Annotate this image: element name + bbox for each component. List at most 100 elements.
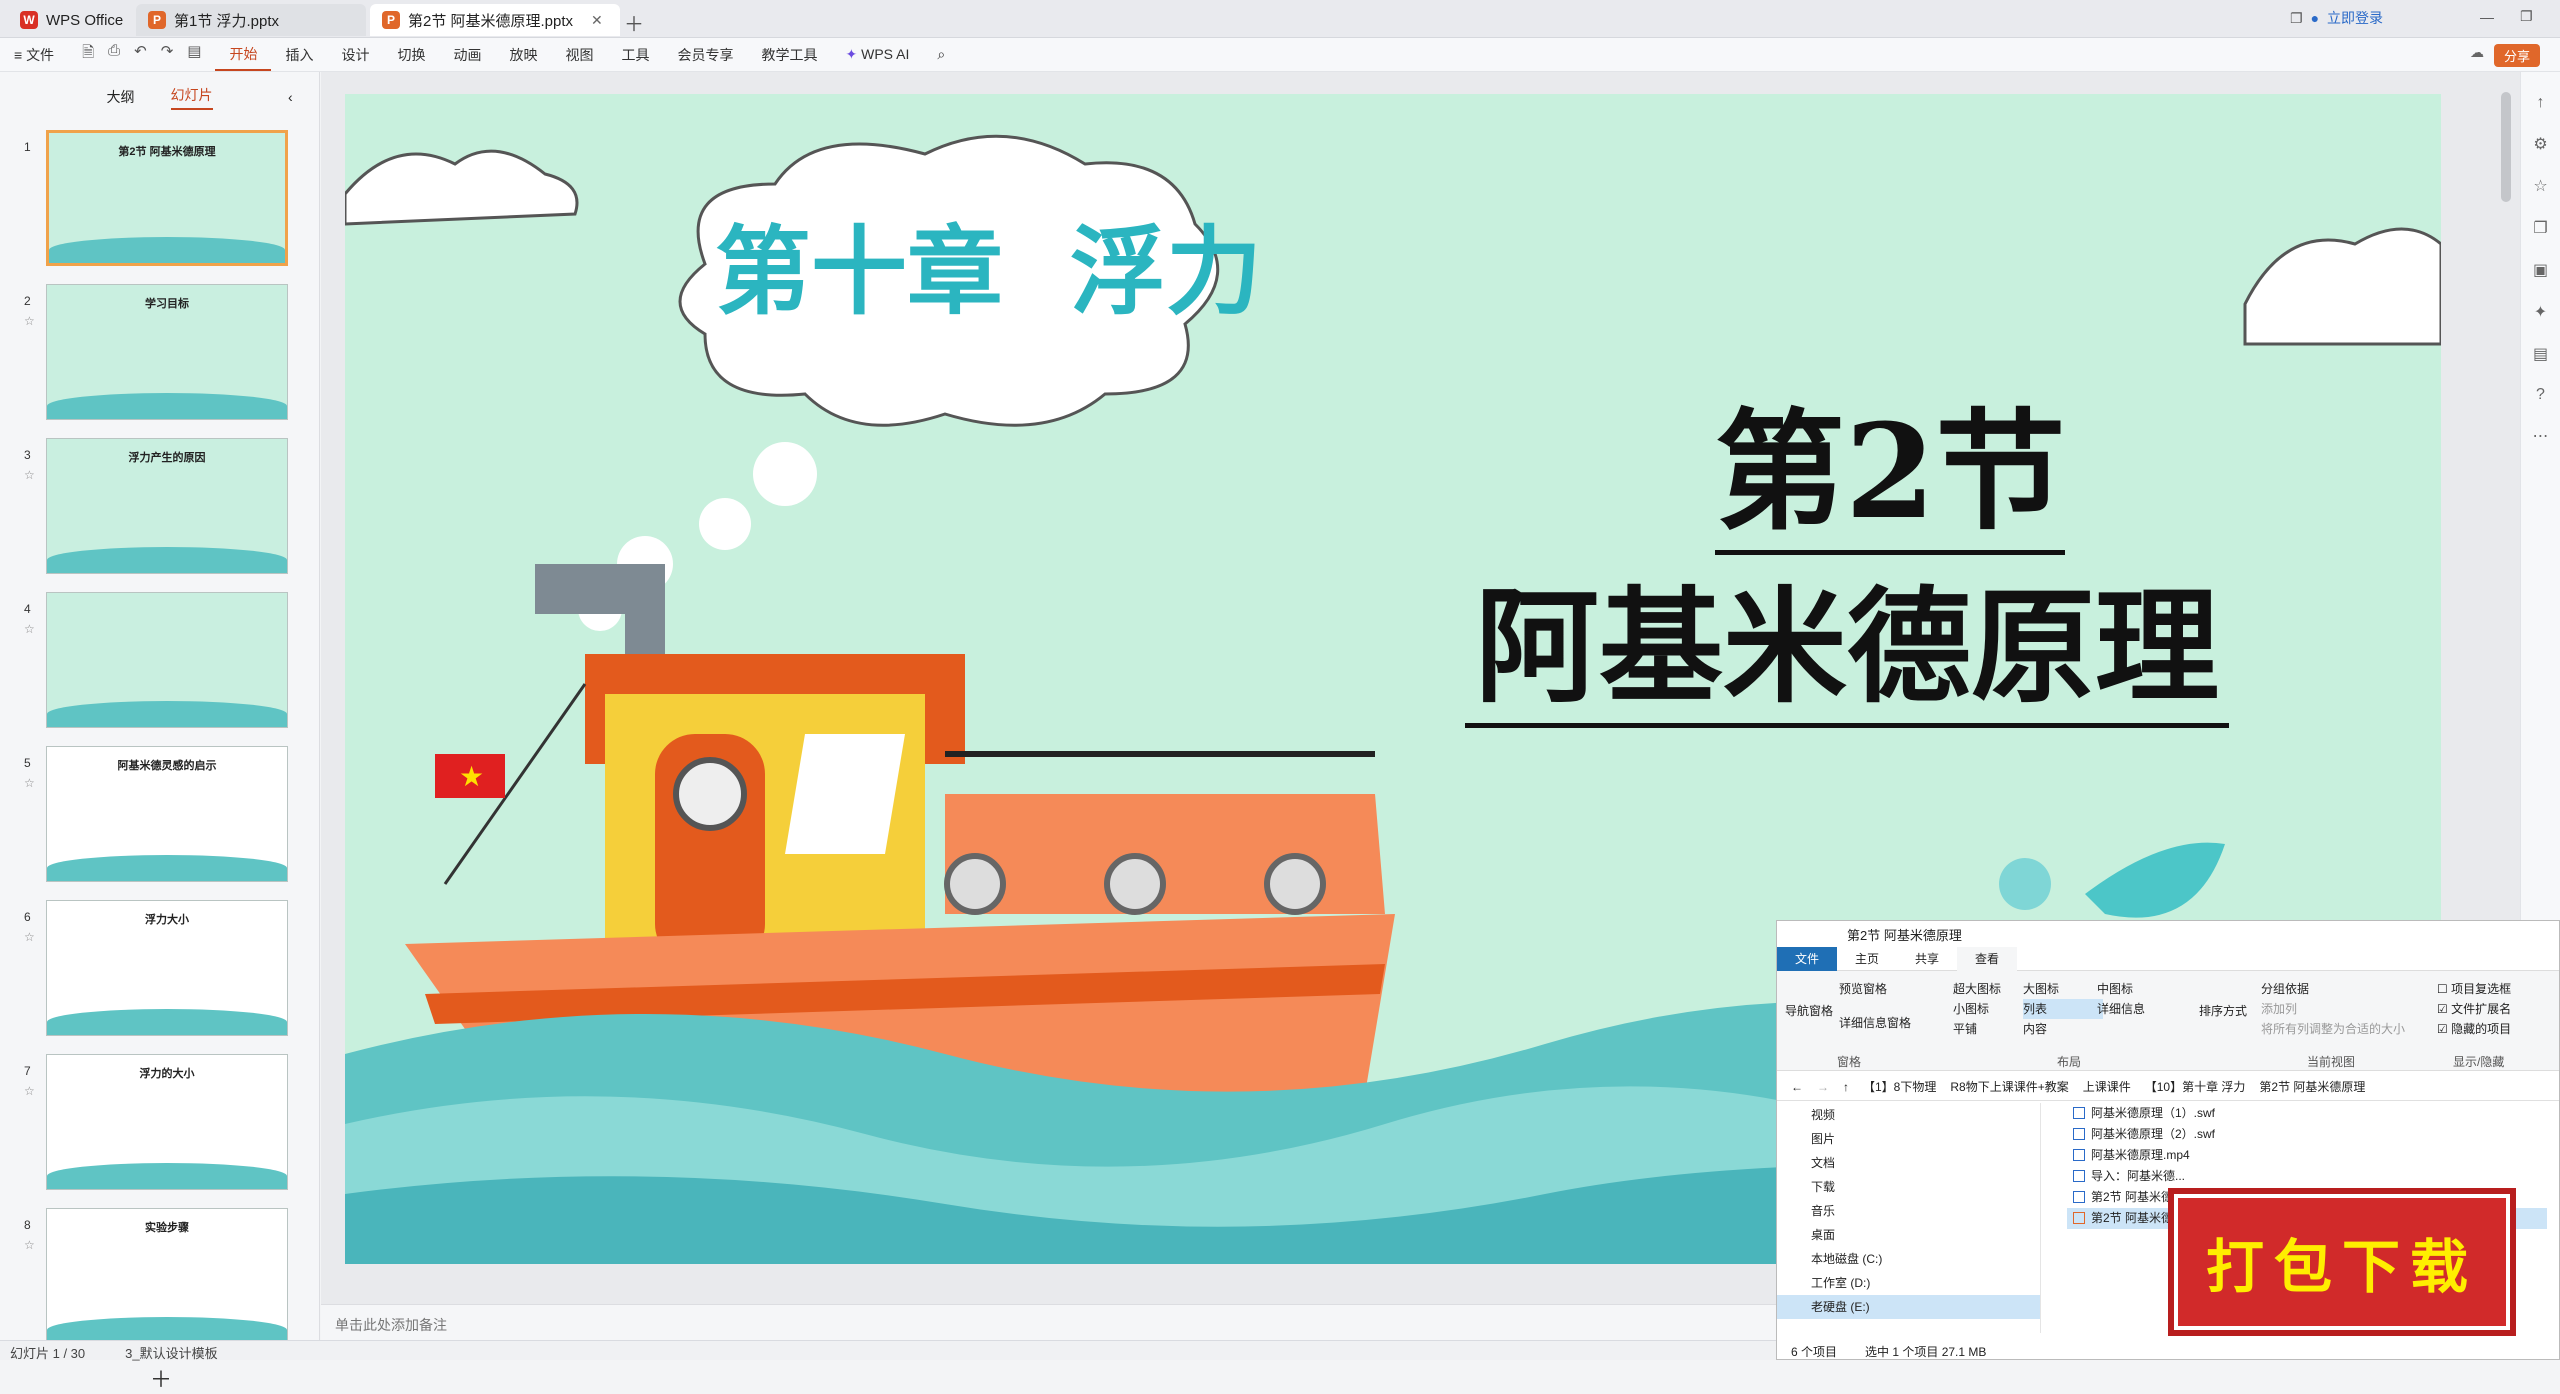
slide-thumbnail[interactable]: 浮力大小: [46, 900, 288, 1036]
list-option[interactable]: 列表: [2023, 999, 2103, 1019]
nav-item[interactable]: 本地磁盘 (C:): [1777, 1247, 2040, 1271]
save-icon[interactable]: 🗎: [82, 42, 94, 67]
explorer-tab-view[interactable]: 查看: [1957, 946, 2018, 971]
add-slide-button[interactable]: ＋: [150, 1362, 172, 1394]
details-pane-button[interactable]: 详细信息窗格: [1839, 1013, 1911, 1033]
menu-file[interactable]: ≡ 文件: [0, 45, 68, 65]
menu-member[interactable]: 会员专享: [663, 45, 747, 65]
slide-thumbnail[interactable]: 实验步骤: [46, 1208, 288, 1344]
template-name[interactable]: 3_默认设计模板: [125, 1343, 217, 1361]
star-icon[interactable]: ☆: [24, 776, 35, 790]
forward-icon[interactable]: →: [1817, 1080, 1829, 1094]
maximize-icon[interactable]: ❐: [2520, 8, 2533, 25]
star-icon[interactable]: ☆: [24, 1238, 35, 1252]
star-icon[interactable]: ☆: [24, 314, 35, 328]
help-icon[interactable]: ?: [2521, 386, 2560, 404]
nav-item[interactable]: 图片: [1777, 1127, 2040, 1151]
account-area[interactable]: ❐ ● 立即登录: [2290, 8, 2383, 28]
download-banner[interactable]: 打包下载: [2168, 1188, 2516, 1336]
slide-thumbnail[interactable]: 浮力的大小: [46, 1054, 288, 1190]
image-icon[interactable]: ▣: [2521, 260, 2560, 280]
tab-slides[interactable]: 幻灯片: [170, 85, 213, 110]
print-icon[interactable]: ⎙: [108, 42, 120, 67]
tab-doc-1[interactable]: P 第1节 浮力.pptx: [136, 4, 366, 36]
file-item[interactable]: 导入：阿基米德...: [2067, 1166, 2547, 1187]
preview-pane-button[interactable]: 预览窗格: [1839, 979, 1911, 999]
address-bar[interactable]: ← → ↑ 【1】8下物理 R8物下上课课件+教案 上课课件 【10】第十章 浮…: [1777, 1073, 2559, 1101]
close-tab-icon[interactable]: ✕: [591, 12, 603, 29]
redo-icon[interactable]: ↷: [161, 42, 174, 67]
file-item[interactable]: 阿基米德原理.mp4: [2067, 1145, 2547, 1166]
menu-teaching[interactable]: 教学工具: [747, 45, 831, 65]
menu-insert[interactable]: 插入: [271, 45, 327, 65]
copy-icon[interactable]: ❐: [2521, 218, 2560, 238]
vertical-scrollbar[interactable]: [2501, 92, 2511, 202]
new-tab-button[interactable]: ＋: [624, 8, 644, 37]
nav-item[interactable]: 下载: [1777, 1175, 2040, 1199]
nav-item[interactable]: 音乐: [1777, 1199, 2040, 1223]
nav-item[interactable]: 老硬盘 (E:): [1777, 1295, 2040, 1319]
more-icon[interactable]: ⋯: [2521, 426, 2560, 446]
tab-outline[interactable]: 大纲: [107, 87, 135, 107]
collapse-panel-icon[interactable]: ‹: [288, 89, 293, 105]
explorer-tab-home[interactable]: 主页: [1837, 947, 1897, 971]
search-icon[interactable]: ⌕: [923, 46, 959, 63]
slide-thumbnail[interactable]: 浮力产生的原因: [46, 438, 288, 574]
large-icons-option[interactable]: 大图标: [2023, 979, 2103, 999]
up-icon[interactable]: ↑: [1843, 1080, 1849, 1094]
file-item[interactable]: 阿基米德原理（1）.swf: [2067, 1103, 2547, 1124]
content-option[interactable]: 内容: [2023, 1019, 2103, 1039]
cloud-icon[interactable]: ☁: [2470, 44, 2484, 67]
back-icon[interactable]: ←: [1791, 1080, 1803, 1094]
path-segment[interactable]: 上课课件: [2083, 1078, 2131, 1095]
format-painter-icon[interactable]: ▤: [187, 42, 201, 67]
slide-thumbnail[interactable]: 学习目标: [46, 284, 288, 420]
explorer-tab-file[interactable]: 文件: [1777, 946, 1838, 971]
menu-animation[interactable]: 动画: [439, 45, 495, 65]
tab-wps-office[interactable]: W WPS Office: [8, 4, 138, 36]
menu-transition[interactable]: 切换: [383, 45, 439, 65]
menu-view[interactable]: 视图: [551, 45, 607, 65]
medium-icons-option[interactable]: 中图标: [2097, 979, 2177, 999]
menu-tools[interactable]: 工具: [607, 45, 663, 65]
hidden-items-option[interactable]: ☑ 隐藏的项目: [2437, 1019, 2559, 1039]
file-item[interactable]: 阿基米德原理（2）.swf: [2067, 1124, 2547, 1145]
nav-item[interactable]: 文档: [1777, 1151, 2040, 1175]
group-by-button[interactable]: 分组依据: [2261, 979, 2421, 999]
path-segment[interactable]: R8物下上课课件+教案: [1950, 1078, 2068, 1095]
nav-item[interactable]: 视频: [1777, 1103, 2040, 1127]
menu-design[interactable]: 设计: [327, 45, 383, 65]
menu-slideshow[interactable]: 放映: [495, 45, 551, 65]
size-columns-button[interactable]: 将所有列调整为合适的大小: [2261, 1019, 2421, 1039]
item-checkboxes-option[interactable]: ☐ 项目复选框: [2437, 979, 2559, 999]
minimize-icon[interactable]: —: [2480, 9, 2494, 25]
undo-icon[interactable]: ↶: [134, 42, 147, 67]
details-option[interactable]: 详细信息: [2097, 999, 2177, 1019]
settings-icon[interactable]: ⚙: [2521, 134, 2560, 154]
star-icon[interactable]: ☆: [24, 468, 35, 482]
nav-item[interactable]: 工作室 (D:): [1777, 1271, 2040, 1295]
star-icon[interactable]: ☆: [24, 1084, 35, 1098]
navigation-pane-button[interactable]: 导航窗格: [1785, 1001, 1833, 1021]
path-segment[interactable]: 【1】8下物理: [1863, 1078, 1936, 1095]
menu-home[interactable]: 开始: [215, 39, 272, 71]
star-icon[interactable]: ☆: [24, 930, 35, 944]
star-icon[interactable]: ☆: [24, 622, 35, 636]
layout-icon[interactable]: ❐: [2290, 10, 2303, 27]
explorer-tab-share[interactable]: 共享: [1897, 947, 1957, 971]
login-link[interactable]: 立即登录: [2327, 8, 2383, 28]
nav-item[interactable]: 桌面: [1777, 1223, 2040, 1247]
arrow-up-icon[interactable]: ↑: [2521, 94, 2560, 112]
star-icon[interactable]: ☆: [2521, 176, 2560, 196]
slide-thumbnail[interactable]: [46, 592, 288, 728]
share-button[interactable]: 分享: [2494, 44, 2541, 67]
sort-by-button[interactable]: 排序方式: [2199, 1001, 2247, 1021]
slide-thumbnail[interactable]: 阿基米德灵感的启示: [46, 746, 288, 882]
doc-icon[interactable]: ▤: [2521, 344, 2560, 364]
path-segment[interactable]: 【10】第十章 浮力: [2145, 1078, 2246, 1095]
add-column-button[interactable]: 添加列: [2261, 999, 2421, 1019]
file-extensions-option[interactable]: ☑ 文件扩展名: [2437, 999, 2559, 1019]
magic-icon[interactable]: ✦: [2521, 302, 2560, 322]
menu-wps-ai[interactable]: ✦ WPS AI: [831, 46, 923, 63]
path-segment[interactable]: 第2节 阿基米德原理: [2259, 1078, 2365, 1095]
